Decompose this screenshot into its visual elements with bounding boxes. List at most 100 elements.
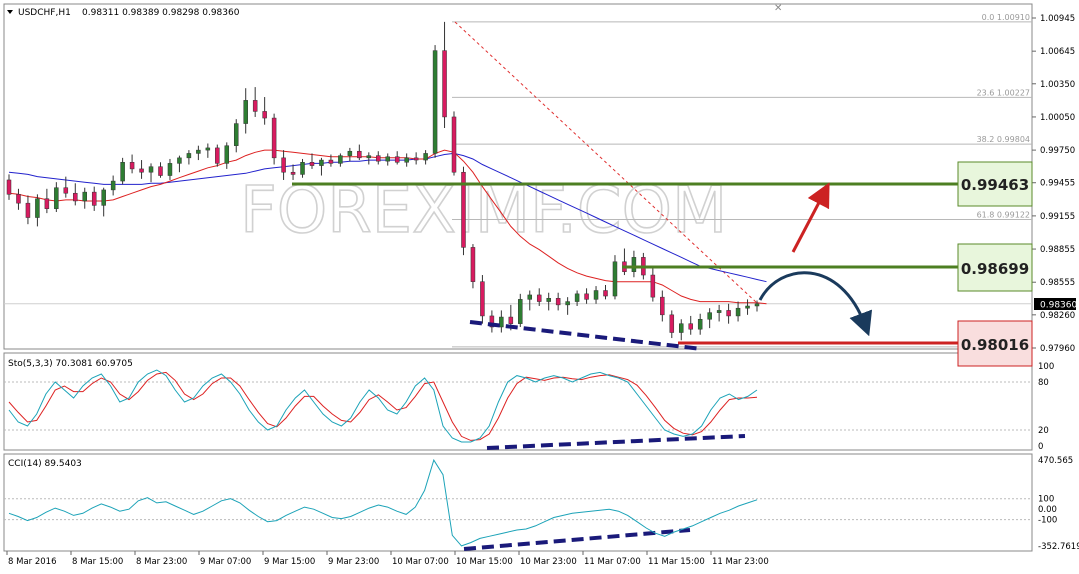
stochastic-tick-label: 100 [1038,362,1054,372]
price-chart[interactable]: FOREXIMF.COM 0.0 1.0091023.6 1.0022738.2… [0,0,1079,574]
candle-body [508,316,514,324]
stochastic-tick-label: 20 [1038,426,1049,436]
fibonacci-label: 23.6 1.00227 [977,88,1030,97]
time-tick-label: 9 Mar 23:00 [328,557,379,567]
time-tick-label: 11 Mar 07:00 [584,557,641,567]
candle-body [328,159,334,164]
fibonacci-label: 38.2 0.99804 [977,135,1030,144]
time-tick-label: 11 Mar 23:00 [712,557,769,567]
candle-body [688,323,693,330]
candle-body [233,123,239,146]
price-tick-label: 0.99155 [1040,212,1075,222]
candle-body [385,156,390,162]
candle-body [309,162,315,166]
price-tick-label: 1.00945 [1040,14,1075,24]
candle-body [631,257,637,272]
candle-body [726,310,731,317]
candle-body [177,157,182,164]
candle-body [25,202,31,218]
cci-tick-label: 0.00 [1038,505,1057,515]
candle-body [555,298,561,306]
time-tick-label: 9 Mar 15:00 [264,557,315,567]
candle-body [205,147,211,151]
chart-background [0,0,1079,574]
candle-body [565,301,570,306]
ohlc-readout: 0.98311 0.98389 0.98298 0.98360 [82,8,240,18]
candle-body [16,194,21,204]
candle-body [167,163,173,176]
candle-body [518,299,523,324]
level-box-resistance-2: 0.98699 [957,243,1033,292]
time-tick-label: 11 Mar 15:00 [648,557,705,567]
candle-body [82,191,87,202]
candle-body [271,117,277,159]
price-tick-label: 0.99455 [1040,179,1075,189]
candle-body [101,189,106,206]
level-label-support: 0.98016 [961,336,1029,354]
candle-body [196,149,201,154]
candle-body [262,111,267,119]
stochastic-header: Sto(5,3,3) 70.3081 60.9705 [8,359,133,369]
time-tick-label: 10 Mar 23:00 [520,557,577,567]
candle-body [404,157,409,163]
candle-body [6,179,12,195]
candle-body [480,281,485,317]
time-tick-label: 10 Mar 15:00 [456,557,513,567]
fibonacci-label: 61.8 0.99122 [977,211,1030,220]
candle-body [413,157,419,161]
symbol-title: USDCHF,H1 [18,8,71,18]
level-label-resistance-2: 0.98699 [961,260,1029,278]
candle-body [423,153,428,161]
price-tick-label: 0.98855 [1040,245,1075,255]
candle-body [243,100,248,124]
candle-body [451,116,457,173]
candle-body [394,156,400,163]
candle-body [735,307,741,317]
price-tick-label: 1.00050 [1040,113,1075,123]
candle-body [612,261,618,297]
candle-body [148,166,154,173]
candle-body [603,290,608,297]
candle-body [442,50,447,118]
candle-body [73,192,78,202]
time-tick-label: 8 Mar 23:00 [136,557,187,567]
fibonacci-label: 0.0 1.00910 [982,13,1030,22]
candle-body [139,168,144,173]
candle-body [281,157,286,173]
candle-body [707,312,712,320]
candle-body [432,50,438,154]
candle-body [679,323,684,333]
stochastic-tick-label: 80 [1038,378,1049,388]
candle-body [290,171,296,175]
candle-body [186,153,192,159]
close-icon[interactable]: ✕ [774,3,782,14]
candle-body [338,155,343,164]
level-box-support: 0.98016 [957,320,1033,367]
candle-body [745,305,750,309]
candle-body [347,150,353,156]
candle-body [366,155,372,159]
level-box-resistance-1: 0.99463 [957,161,1033,207]
time-tick-label: 8 Mar 15:00 [72,557,123,567]
candle-body [574,293,580,302]
candle-body [44,198,50,209]
candle-body [63,187,69,194]
cci-tick-label: 100 [1038,495,1054,505]
candle-body [470,247,476,282]
candle-body [697,319,703,330]
candle-body [224,145,230,164]
candle-body [54,187,59,209]
stochastic-tick-label: 0 [1038,442,1043,452]
cci-tick-label: 470.565 [1038,456,1073,466]
time-tick-label: 9 Mar 07:00 [200,557,251,567]
cci-tick-label: -352.7619 [1038,542,1079,552]
candle-body [499,316,504,328]
candle-body [129,162,135,170]
candle-body [300,162,305,175]
candle-body [593,290,599,300]
candle-body [650,274,656,298]
price-tick-label: 0.97960 [1040,344,1075,354]
cci-header: CCI(14) 89.5403 [8,459,82,469]
candle-body [536,294,542,302]
candle-body [754,303,760,307]
